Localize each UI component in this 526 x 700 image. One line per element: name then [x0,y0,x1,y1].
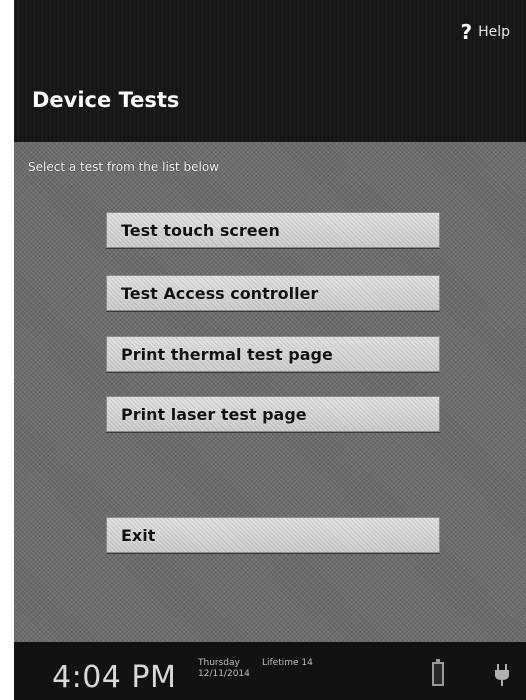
instructions-text: Select a test from the list below [28,160,220,174]
device-screen: ? Help Device Tests Select a test from t… [14,0,526,700]
date-label: 12/11/2014 [198,669,250,679]
print-laser-test-page-button[interactable]: Print laser test page [106,396,440,432]
clock-time: 4:04 PM [52,660,177,695]
test-access-controller-button[interactable]: Test Access controller [106,275,440,311]
help-label: Help [478,24,510,40]
lifetime-counter: Lifetime 14 [262,658,313,668]
help-button[interactable]: ? Help [460,22,510,42]
power-plug-icon [495,664,509,686]
page-title: Device Tests [32,88,180,112]
header-bar: ? Help Device Tests [14,0,526,142]
question-mark-icon: ? [460,20,473,44]
date-block: Thursday 12/11/2014 [198,658,250,680]
status-bar: 4:04 PM Thursday 12/11/2014 Lifetime 14 [14,642,526,700]
test-touch-screen-button[interactable]: Test touch screen [106,212,440,248]
print-thermal-test-page-button[interactable]: Print thermal test page [106,336,440,372]
day-label: Thursday [198,658,240,668]
battery-icon [432,659,444,686]
exit-button[interactable]: Exit [106,517,440,553]
